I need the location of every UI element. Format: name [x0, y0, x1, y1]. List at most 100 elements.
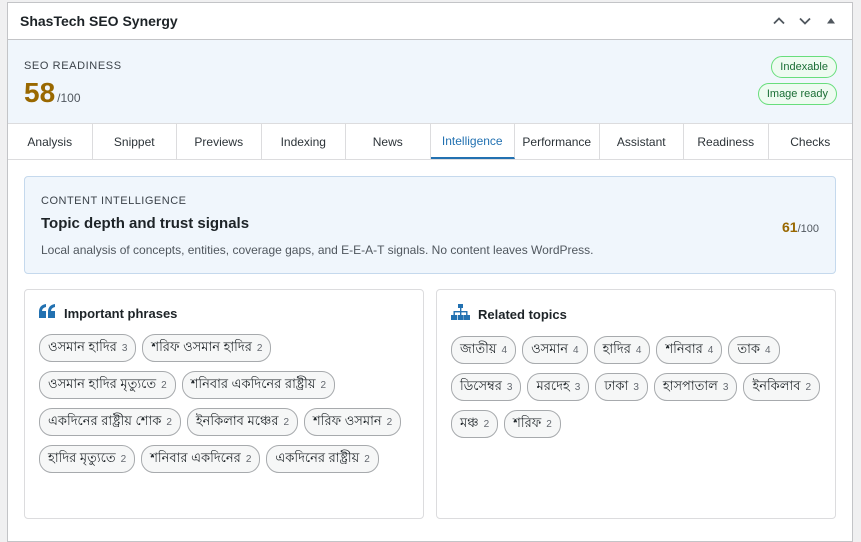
chip-label: ইনকিলাব মঞ্চের — [195, 413, 279, 428]
metabox-controls — [770, 12, 840, 30]
keyword-chip[interactable]: জাতীয় 4 — [451, 336, 517, 364]
chip-count: 4 — [573, 345, 579, 356]
important-phrases-list: ওসমান হাদির 3 শরিফ ওসমান হাদির 2 ওসমান হাদির… — [39, 334, 409, 473]
important-phrases-title: Important phrases — [64, 306, 178, 321]
keyword-chip[interactable]: মরদেহ 3 — [527, 373, 590, 401]
chip-count: 3 — [506, 382, 513, 393]
keyword-chip[interactable]: ওসমান 4 — [522, 336, 588, 364]
readiness-label: SEO READINESS — [24, 60, 122, 72]
keyword-chip[interactable]: ইনকিলাব 2 — [743, 373, 821, 401]
related-topics-header: Related topics — [451, 304, 821, 325]
tab-snippet[interactable]: Snippet — [93, 124, 177, 159]
chip-label: ইনকিলাব — [752, 378, 801, 393]
tab-analysis[interactable]: Analysis — [8, 124, 93, 159]
intelligence-title: Topic depth and trust signals — [41, 215, 250, 232]
chip-label: মঞ্চ — [460, 415, 479, 430]
chevron-up-icon[interactable] — [770, 12, 788, 30]
intelligence-cards: Important phrases ওসমান হাদির 3 শরিফ ওসমান… — [24, 289, 836, 519]
keyword-chip[interactable]: শরিফ ওসমান হাদির 2 — [142, 334, 272, 362]
keyword-chip[interactable]: শনিবার একদিনের রাষ্ট্রীয় 2 — [181, 371, 336, 399]
chip-label: শনিবার — [665, 341, 703, 356]
chip-count: 4 — [635, 345, 642, 356]
readiness-score-max: /100 — [57, 91, 81, 105]
keyword-chip[interactable]: ওসমান হাদির 3 — [39, 334, 137, 362]
keyword-chip[interactable]: হাদির 4 — [593, 336, 651, 364]
tab-indexing[interactable]: Indexing — [262, 124, 346, 159]
sitemap-icon — [451, 304, 470, 325]
chip-label: তাক — [737, 341, 760, 356]
tab-intelligence[interactable]: Intelligence — [430, 124, 515, 159]
intelligence-score: 61 /100 — [782, 219, 819, 235]
chip-label: ওসমান — [531, 341, 569, 356]
keyword-chip[interactable]: ডিসেম্বর 3 — [451, 373, 522, 401]
important-phrases-header: Important phrases — [39, 304, 409, 323]
keyword-chip[interactable]: ইনকিলাব মঞ্চের 2 — [186, 408, 299, 436]
keyword-chip[interactable]: ঢাকা 3 — [595, 373, 648, 401]
chip-count: 3 — [121, 343, 128, 354]
intelligence-score-value: 61 — [782, 219, 798, 235]
keyword-chip[interactable]: তাক 4 — [728, 336, 780, 364]
intelligence-kicker: CONTENT INTELLIGENCE — [41, 195, 187, 207]
chip-count: 4 — [707, 345, 714, 356]
keyword-chip[interactable]: একদিনের রাষ্ট্রীয় শোক 2 — [39, 408, 181, 436]
chip-count: 2 — [320, 380, 327, 391]
keyword-chip[interactable]: শনিবার একদিনের 2 — [141, 445, 261, 473]
tab-checks[interactable]: Checks — [769, 124, 853, 159]
related-topics-title: Related topics — [478, 307, 567, 322]
chip-label: শরিফ ওসমান হাদির — [151, 339, 252, 354]
intelligence-score-max: /100 — [797, 223, 819, 235]
related-topics-list: জাতীয় 4 ওসমান 4 হাদির 4 শনিবার 4 তাক 4 ডিসেম্বর 3 ম… — [451, 336, 821, 438]
metabox-title: ShasTech SEO Synergy — [20, 13, 178, 29]
chip-count: 4 — [764, 345, 771, 356]
readiness-score-value: 58 — [24, 77, 56, 108]
seo-readiness-summary: SEO READINESS 58 /100 Indexable Image re… — [8, 40, 852, 124]
chip-label: হাসপাতাল — [662, 378, 718, 393]
tab-readiness[interactable]: Readiness — [684, 124, 769, 159]
content-intelligence-summary: CONTENT INTELLIGENCE Topic depth and tru… — [24, 176, 836, 274]
chip-label: শরিফ — [513, 415, 542, 430]
quote-icon — [39, 304, 56, 323]
chip-count: 2 — [805, 382, 812, 393]
triangle-up-icon[interactable] — [822, 12, 840, 30]
chip-count: 2 — [256, 343, 263, 354]
tab-news[interactable]: News — [346, 124, 431, 159]
chip-count: 2 — [161, 380, 167, 391]
indexable-badge: Indexable — [771, 56, 837, 78]
image-ready-badge: Image ready — [757, 83, 837, 105]
chip-label: ঢাকা — [604, 378, 629, 393]
chip-count: 4 — [501, 345, 508, 356]
chip-label: একদিনের রাষ্ট্রীয় শোক — [48, 413, 162, 428]
tab-bar: Analysis Snippet Previews Indexing News … — [8, 124, 852, 160]
keyword-chip[interactable]: শরিফ 2 — [504, 410, 561, 438]
related-topics-card: Related topics জাতীয় 4 ওসমান 4 হাদির 4 শনিবার… — [436, 289, 836, 519]
chip-label: জাতীয় — [460, 341, 497, 356]
tab-previews[interactable]: Previews — [177, 124, 262, 159]
intelligence-content: CONTENT INTELLIGENCE Topic depth and tru… — [8, 160, 852, 519]
chip-label: শনিবার একদিনের — [150, 450, 241, 465]
chip-label: ওসমান হাদির — [48, 339, 117, 354]
keyword-chip[interactable]: শরিফ ওসমান 2 — [304, 408, 402, 436]
keyword-chip[interactable]: হাসপাতাল 3 — [653, 373, 738, 401]
keyword-chip[interactable]: হাদির মৃত্যুতে 2 — [39, 445, 136, 473]
chip-count: 3 — [574, 382, 581, 393]
chevron-down-icon[interactable] — [796, 12, 814, 30]
seo-metabox: ShasTech SEO Synergy SEO READINESS 58 /1… — [7, 2, 853, 542]
tab-assistant[interactable]: Assistant — [600, 124, 684, 159]
chip-label: ডিসেম্বর — [460, 378, 502, 393]
keyword-chip[interactable]: শনিবার 4 — [656, 336, 723, 364]
chip-label: হাদির — [602, 341, 631, 356]
chip-count: 2 — [120, 454, 127, 465]
tab-performance[interactable]: Performance — [515, 124, 600, 159]
chip-count: 2 — [245, 454, 252, 465]
keyword-chip[interactable]: মঞ্চ 2 — [451, 410, 499, 438]
readiness-score: 58 /100 — [24, 77, 81, 109]
metabox-header: ShasTech SEO Synergy — [8, 3, 852, 40]
chip-count: 3 — [722, 382, 729, 393]
keyword-chip[interactable]: ওসমান হাদির মৃত্যুতে 2 — [39, 371, 176, 399]
keyword-chip[interactable]: একদিনের রাষ্ট্রীয় 2 — [266, 445, 379, 473]
chip-count: 2 — [546, 419, 552, 430]
intelligence-description: Local analysis of concepts, entities, co… — [41, 243, 594, 257]
chip-count: 2 — [166, 417, 172, 428]
chip-label: একদিনের রাষ্ট্রীয় — [275, 450, 360, 465]
chip-count: 3 — [633, 382, 639, 393]
